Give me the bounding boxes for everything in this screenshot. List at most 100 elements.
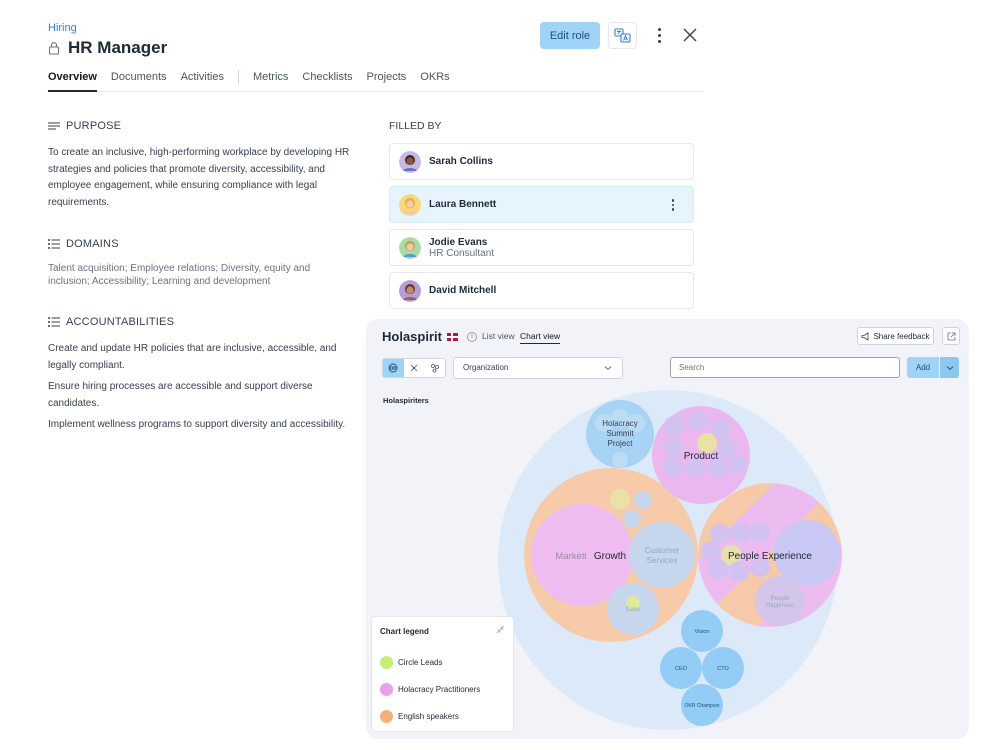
title-row: HR Manager xyxy=(48,38,167,58)
list-icon xyxy=(48,317,60,327)
sub-circle[interactable] xyxy=(701,541,721,561)
more-options-icon[interactable] xyxy=(652,24,666,46)
share-feedback-label: Share feedback xyxy=(873,331,930,341)
circle-label-growth: Growth xyxy=(594,551,626,562)
person-text: Jodie Evans HR Consultant xyxy=(429,237,494,259)
purpose-heading: PURPOSE xyxy=(48,120,121,132)
chevron-down-icon xyxy=(946,365,953,370)
sub-circle[interactable] xyxy=(688,411,708,431)
sub-circle[interactable] xyxy=(612,452,628,468)
circle-label-people-experience: People Experience xyxy=(728,551,812,562)
sub-circle[interactable] xyxy=(708,559,728,579)
legend-label: Holacracy Practitioners xyxy=(398,685,481,694)
person-role: HR Consultant xyxy=(429,247,495,259)
customer-services-circle[interactable] xyxy=(629,522,695,588)
page-title: HR Manager xyxy=(68,38,168,57)
sub-circle[interactable] xyxy=(623,510,641,528)
circle-label-services: Services xyxy=(647,556,678,565)
chart-mode-group xyxy=(382,358,446,378)
person-card[interactable]: Jodie Evans HR Consultant xyxy=(389,229,694,266)
circle-label-happiness: Happiness xyxy=(766,603,794,609)
person-card[interactable]: Laura Bennett xyxy=(389,186,694,223)
add-button[interactable]: Add xyxy=(907,357,939,378)
sub-circle[interactable] xyxy=(750,522,770,542)
person-name: Jodie Evans xyxy=(429,236,488,248)
chevron-down-icon xyxy=(604,366,612,371)
organization-select[interactable]: Organization xyxy=(453,357,623,379)
circle-label-project: Project xyxy=(608,439,634,448)
open-external-button[interactable] xyxy=(942,327,960,345)
sub-circle[interactable] xyxy=(717,438,737,458)
translate-icon xyxy=(614,28,631,43)
list-icon xyxy=(48,239,60,249)
organization-select-value: Organization xyxy=(463,363,509,372)
collapse-icon[interactable] xyxy=(496,625,505,634)
avatar xyxy=(399,279,421,302)
sub-circle[interactable] xyxy=(610,489,630,509)
circle-mode-icon[interactable] xyxy=(383,359,404,377)
accountability-item: Create and update HR policies that are i… xyxy=(48,343,337,371)
breadcrumb[interactable]: Hiring xyxy=(48,22,77,34)
search-input[interactable] xyxy=(670,357,900,378)
external-link-icon xyxy=(947,332,955,340)
list-view-tab[interactable]: List view xyxy=(482,331,515,341)
legend-label: English speakers xyxy=(398,712,459,721)
avatar xyxy=(399,236,421,259)
tab-projects[interactable]: Projects xyxy=(367,70,407,92)
sub-circle[interactable] xyxy=(710,524,730,544)
circle-label-ceo: CEO xyxy=(675,666,688,672)
chart-view-tab[interactable]: Chart view xyxy=(520,331,561,344)
tab-overview[interactable]: Overview xyxy=(48,70,97,92)
person-options-icon[interactable] xyxy=(671,199,674,211)
sub-circle[interactable] xyxy=(697,433,717,453)
person-card[interactable]: Sarah Collins xyxy=(389,143,694,180)
add-button-group: Add xyxy=(907,357,959,378)
tab-okrs[interactable]: OKRs xyxy=(420,70,449,92)
legend-item: English speakers xyxy=(380,710,459,723)
legend-dot xyxy=(380,656,393,669)
circle-label-vision: Vision xyxy=(695,629,710,635)
tab-divider xyxy=(237,70,239,84)
sub-circle[interactable] xyxy=(663,437,683,457)
sub-circle[interactable] xyxy=(729,561,749,581)
close-icon[interactable] xyxy=(681,26,699,44)
root-circle-label: Holaspiriters xyxy=(383,396,429,405)
tab-bar: Overview Documents Activities Metrics Ch… xyxy=(48,70,704,92)
accountability-item: Implement wellness programs to support d… xyxy=(48,419,346,430)
accountability-item: Ensure hiring processes are accessible a… xyxy=(48,381,313,409)
share-feedback-button[interactable]: Share feedback xyxy=(857,327,934,345)
sub-circle[interactable] xyxy=(634,491,652,509)
holaspirit-panel: Holacracy Summit Project Product Marketi… xyxy=(366,319,969,739)
tab-checklists[interactable]: Checklists xyxy=(302,70,352,92)
sub-circle[interactable] xyxy=(663,457,683,477)
uk-flag-icon[interactable] xyxy=(446,332,458,341)
cluster-mode-icon[interactable] xyxy=(424,359,445,377)
translate-button[interactable] xyxy=(608,22,637,49)
edit-role-button[interactable]: Edit role xyxy=(540,22,600,49)
legend-title: Chart legend xyxy=(380,627,429,636)
tab-metrics[interactable]: Metrics xyxy=(253,70,288,92)
legend-dot xyxy=(380,710,393,723)
lock-icon xyxy=(48,41,60,55)
sub-circle[interactable] xyxy=(664,416,684,436)
brand-name: Holaspirit xyxy=(382,329,442,344)
circle-label-holacracy: Holacracy xyxy=(602,419,638,428)
filled-by-heading: FILLED BY xyxy=(389,120,442,132)
circle-label-customer: Customer xyxy=(645,546,680,555)
person-card[interactable]: David Mitchell xyxy=(389,272,694,309)
info-icon[interactable]: i xyxy=(466,331,477,342)
tab-documents[interactable]: Documents xyxy=(111,70,167,92)
person-name: David Mitchell xyxy=(429,285,497,296)
megaphone-icon xyxy=(862,331,869,341)
accountabilities-heading-label: ACCOUNTABILITIES xyxy=(66,316,175,328)
network-mode-icon[interactable] xyxy=(404,359,425,377)
domains-heading: DOMAINS xyxy=(48,238,119,250)
tab-activities[interactable]: Activities xyxy=(181,70,224,92)
sub-circle[interactable] xyxy=(730,522,750,542)
purpose-heading-label: PURPOSE xyxy=(66,120,122,132)
legend-item: Circle Leads xyxy=(380,656,442,669)
sub-circle[interactable] xyxy=(729,456,747,474)
accountabilities-heading: ACCOUNTABILITIES xyxy=(48,316,174,328)
purpose-text: To create an inclusive, high-performing … xyxy=(48,147,350,208)
add-dropdown-button[interactable] xyxy=(940,357,959,378)
